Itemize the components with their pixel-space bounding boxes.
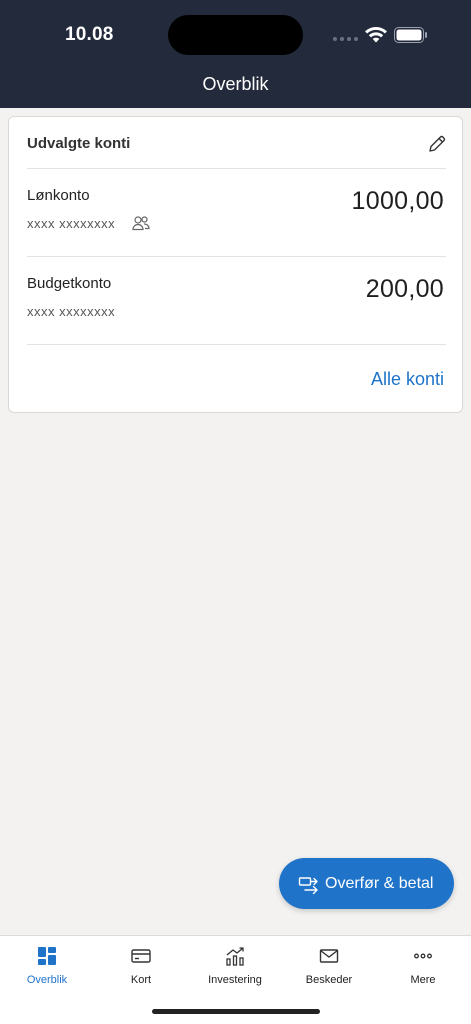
app-header: 10.08 Overblik (0, 0, 471, 108)
cellular-signal-icon (333, 37, 359, 43)
selected-accounts-card: Udvalgte konti Lønkonto xxxx xxxxxxxx 10… (8, 116, 463, 413)
edit-pencil-icon[interactable] (427, 134, 447, 154)
tab-mere[interactable]: Mere (376, 936, 470, 996)
dashboard-icon (38, 947, 56, 965)
tab-beskeder[interactable]: Beskeder (282, 936, 376, 996)
tab-kort[interactable]: Kort (94, 936, 188, 996)
all-accounts-link[interactable]: Alle konti (371, 369, 444, 390)
account-amount: 200,00 (365, 275, 444, 303)
transfer-pay-button[interactable]: Overfør & betal (279, 858, 454, 909)
transfer-pay-label: Overfør & betal (325, 874, 434, 892)
home-indicator[interactable] (152, 1009, 320, 1014)
transfer-arrows-icon (298, 876, 318, 894)
divider (27, 168, 446, 169)
tab-label: Kort (130, 974, 152, 986)
account-number: xxxx xxxxxxxx (27, 304, 116, 319)
divider (27, 256, 446, 257)
tab-label: Investering (208, 974, 262, 986)
status-time: 10.08 (65, 24, 114, 45)
dynamic-island (168, 15, 303, 55)
tab-overblik[interactable]: Overblik (0, 936, 94, 996)
card-title: Udvalgte konti (27, 135, 131, 152)
tab-label: Overblik (26, 974, 68, 986)
account-amount: 1000,00 (351, 187, 444, 215)
card-icon (131, 949, 151, 963)
tab-investering[interactable]: Investering (188, 936, 282, 996)
account-name: Budgetkonto (27, 275, 112, 292)
shared-users-icon (132, 216, 150, 231)
account-number: xxxx xxxxxxxx (27, 216, 116, 231)
wifi-icon (365, 26, 387, 43)
divider (27, 344, 446, 345)
chart-icon (226, 947, 244, 966)
tab-label: Beskeder (305, 974, 353, 986)
mail-icon (319, 949, 339, 963)
tab-label: Mere (410, 974, 436, 986)
page-title: Overblik (202, 74, 269, 94)
account-name: Lønkonto (27, 187, 90, 204)
more-icon (414, 953, 432, 959)
battery-icon (394, 27, 427, 43)
